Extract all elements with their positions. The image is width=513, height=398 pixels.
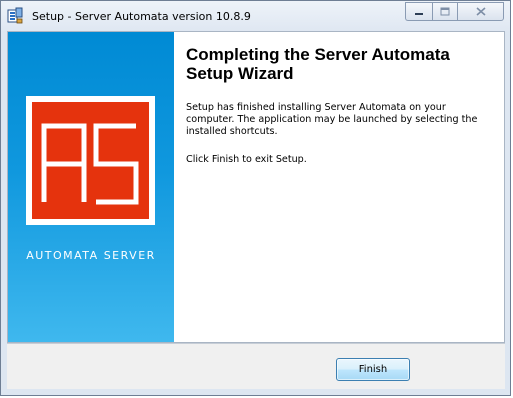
- minimize-button[interactable]: [405, 2, 432, 21]
- page-heading: Completing the Server Automata Setup Wiz…: [186, 45, 450, 83]
- close-button[interactable]: [458, 2, 504, 21]
- button-bar: Finish: [7, 343, 505, 389]
- completion-message: Setup has finished installing Server Aut…: [186, 102, 478, 137]
- maximize-button[interactable]: [432, 2, 458, 21]
- logo: [26, 96, 155, 225]
- maximize-icon: [440, 7, 450, 16]
- wizard-sidebar: AUTOMATA SERVER: [8, 32, 174, 342]
- setup-app-icon: [7, 7, 23, 24]
- logo-tile: [32, 102, 149, 219]
- exit-instructions: Click Finish to exit Setup.: [186, 154, 307, 165]
- setup-window: Setup - Server Automata version 10.8.9 A…: [0, 0, 511, 396]
- wizard-page: AUTOMATA SERVER Completing the Server Au…: [7, 31, 505, 343]
- finish-button[interactable]: Finish: [336, 358, 410, 381]
- as-logo-icon: [41, 123, 139, 205]
- minimize-icon: [415, 12, 423, 15]
- window-title: Setup - Server Automata version 10.8.9: [32, 10, 251, 23]
- close-icon: [475, 7, 486, 16]
- sidebar-caption: AUTOMATA SERVER: [26, 249, 156, 262]
- title-bar[interactable]: Setup - Server Automata version 10.8.9: [1, 1, 510, 31]
